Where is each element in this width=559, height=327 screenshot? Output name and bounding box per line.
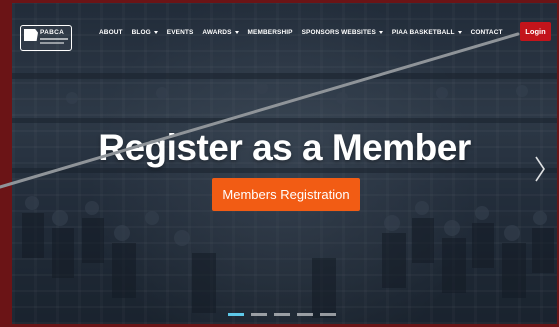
main-nav: ABOUT BLOG EVENTS AWARDS MEMBERSHIP SPON… (99, 29, 512, 36)
top-navbar: PABCA ABOUT BLOG EVENTS AWARDS MEMBERSHI… (12, 3, 557, 59)
nav-item-blog[interactable]: BLOG (132, 29, 158, 36)
nav-label: AWARDS (202, 29, 232, 36)
nav-item-awards[interactable]: AWARDS (202, 29, 239, 36)
nav-label: CONTACT (470, 29, 503, 36)
nav-label: MEMBERSHIP (247, 29, 293, 36)
nav-label: SPONSORS WEBSITES (301, 29, 376, 36)
pennsylvania-logo-icon (24, 29, 38, 41)
nav-item-sponsors-websites[interactable]: SPONSORS WEBSITES (302, 29, 383, 36)
caret-down-icon (234, 31, 239, 34)
hero-headline: Register as a Member (98, 127, 471, 168)
slide-dot[interactable] (228, 313, 244, 316)
caret-down-icon (457, 31, 462, 34)
nav-label: PIAA BASKETBALL (391, 29, 455, 36)
nav-item-piaa-basketball[interactable]: PIAA BASKETBALL (392, 29, 462, 36)
slide-dot[interactable] (320, 313, 336, 316)
logo-text: PABCA (40, 29, 65, 36)
nav-item-contact[interactable]: CONTACT (471, 29, 503, 36)
logo-tagline-line (40, 42, 64, 44)
nav-label: ABOUT (99, 29, 123, 36)
nav-item-events[interactable]: EVENTS (167, 29, 194, 36)
slide-dot[interactable] (297, 313, 313, 316)
caret-down-icon (153, 31, 158, 34)
nav-item-about[interactable]: ABOUT (99, 29, 123, 36)
logo-tagline-line (40, 38, 68, 40)
nav-label: BLOG (131, 29, 151, 36)
login-button[interactable]: Login (520, 22, 551, 41)
nav-label: EVENTS (166, 29, 194, 36)
slide-indicators (228, 313, 343, 316)
hero-slider: PABCA ABOUT BLOG EVENTS AWARDS MEMBERSHI… (12, 3, 557, 324)
slide-dot[interactable] (274, 313, 290, 316)
next-slide-arrow-icon[interactable] (534, 155, 546, 183)
nav-item-membership[interactable]: MEMBERSHIP (248, 29, 293, 36)
caret-down-icon (378, 31, 383, 34)
members-registration-button[interactable]: Members Registration (212, 178, 360, 211)
site-logo[interactable]: PABCA (20, 25, 72, 51)
slide-dot[interactable] (251, 313, 267, 316)
